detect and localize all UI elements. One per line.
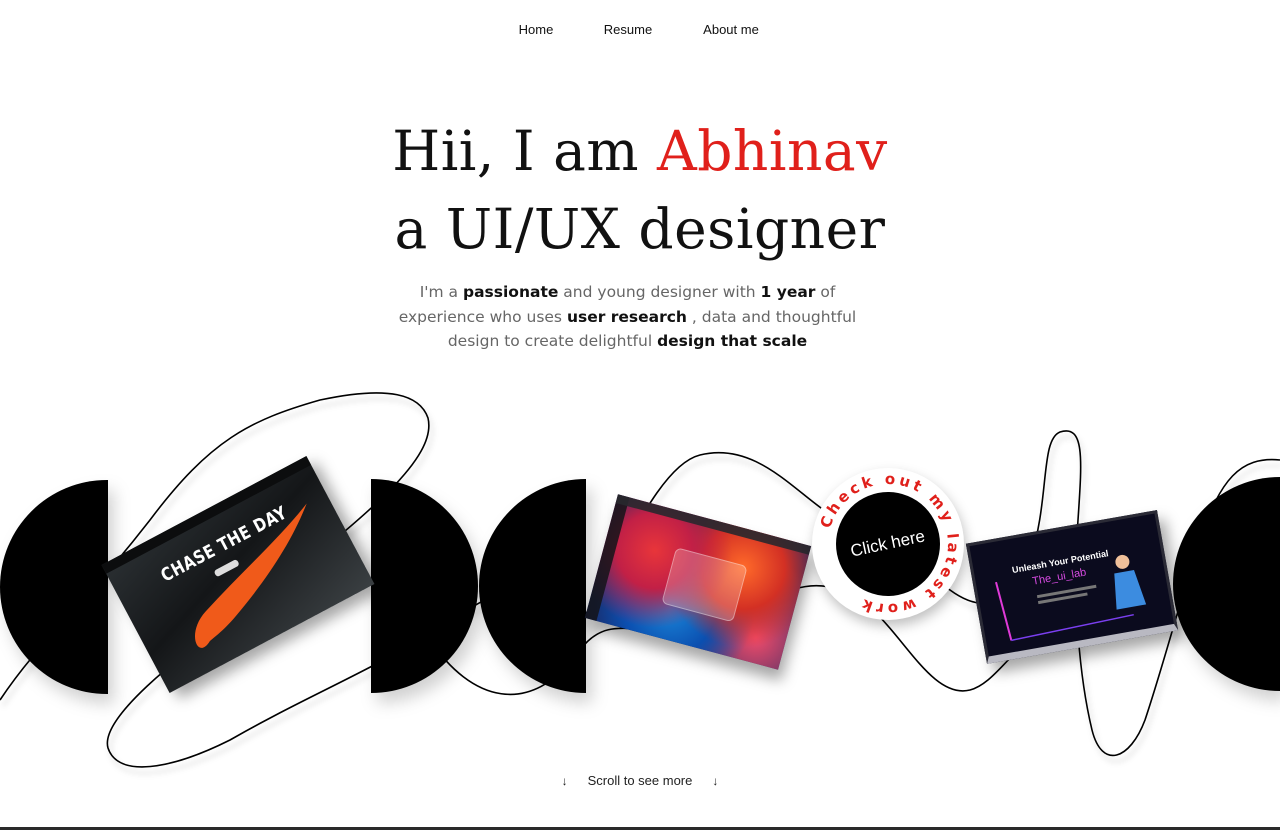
half-circle-2 [371,479,478,693]
nav-home-link[interactable]: Home [519,22,554,37]
intro-text: I'm a [419,283,463,301]
scroll-hint[interactable]: ↓ Scroll to see more ↓ [0,773,1280,788]
half-circle-3 [479,479,586,693]
nike-project-thumbnail[interactable]: CHASE THE DAY [101,456,375,693]
glass-panel [661,547,748,623]
hero-name: Abhinav [657,119,888,183]
click-here-label: Click here [848,526,927,561]
half-circle-4 [1173,477,1280,691]
intro-highlight: passionate [462,283,559,301]
intro-paragraph: I'm a passionate and young designer with… [390,280,865,354]
intro-highlight: 1 year [760,283,816,301]
down-arrow-icon: ↓ [561,774,568,788]
nike-swoosh-icon [195,503,307,648]
smoke-project-thumbnail[interactable] [584,494,812,670]
hero-heading: Hii, I am Abhinav a UI/UX designer [0,112,1280,268]
intro-text: and young designer with [558,283,761,301]
intro-highlight: user research [566,307,687,326]
hero-greeting: Hii, I am [392,119,657,183]
hero-line-1: Hii, I am Abhinav [392,119,887,183]
app-window-toolbar [615,494,812,555]
down-arrow-icon: ↓ [712,774,719,788]
scroll-hint-label: Scroll to see more [587,773,693,788]
half-circle-1 [0,480,108,694]
hero-line-2: a UI/UX designer [394,197,886,261]
lab-illustration [995,554,1147,642]
top-nav: Home Resume About me [0,22,1280,42]
ui-lab-project-thumbnail[interactable]: Unleash Your Potential The_ui_lab [965,510,1179,664]
nav-resume-link[interactable]: Resume [604,22,652,37]
click-here-button[interactable]: Click here [836,492,940,596]
nav-about-link[interactable]: About me [703,22,759,37]
app-window-sidebar [584,494,630,622]
intro-highlight: design that scale [657,332,808,350]
